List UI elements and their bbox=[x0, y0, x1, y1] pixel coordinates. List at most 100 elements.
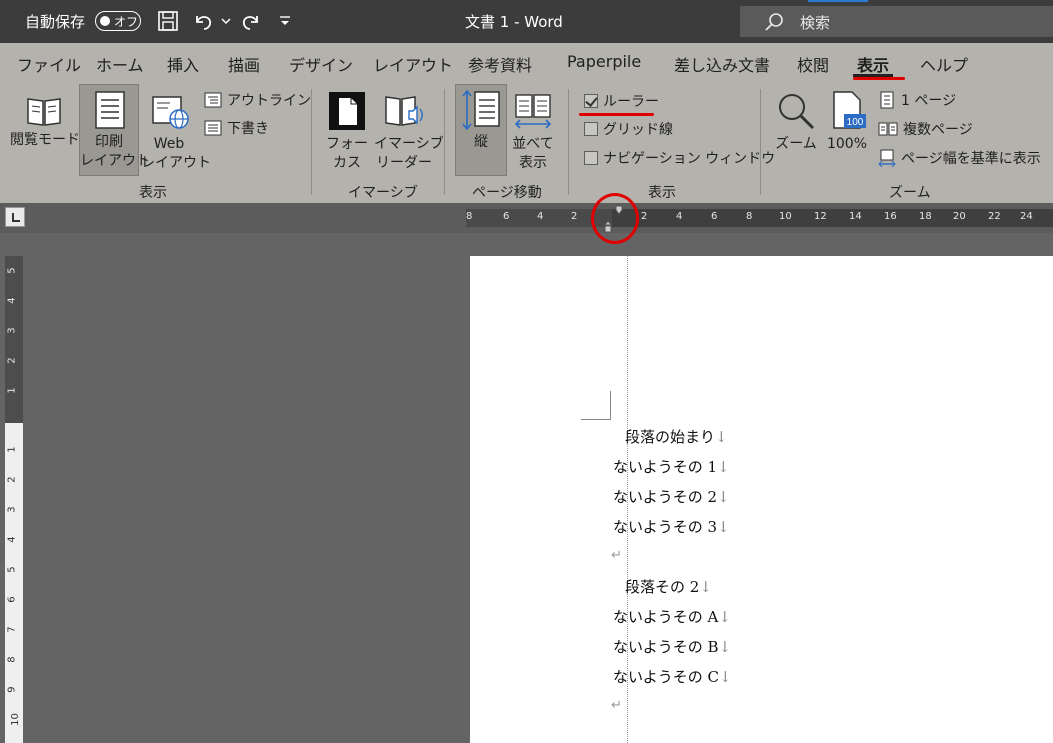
focus-label-2: カス bbox=[333, 155, 361, 171]
nav-pane-checkbox[interactable]: ナビゲーション ウィンドウ bbox=[584, 148, 775, 168]
document-line[interactable]: ないようその C↓ bbox=[613, 666, 732, 687]
ruler-tick-label: 4 bbox=[6, 297, 18, 304]
tab-design[interactable]: デザイン bbox=[289, 52, 353, 76]
read-mode-label: 閲覧モード bbox=[10, 132, 80, 148]
document-line[interactable]: 段落の始まり↓ bbox=[625, 426, 728, 447]
search-placeholder: 検索 bbox=[800, 14, 831, 32]
tab-draw[interactable]: 描画 bbox=[228, 52, 260, 76]
immersive-reader-label-2: リーダー bbox=[376, 155, 432, 171]
ruler-tick-label: 4 bbox=[676, 211, 683, 222]
show-group-label: 表示 bbox=[648, 185, 676, 201]
outline-button[interactable]: アウトライン bbox=[204, 90, 311, 110]
ruler-tick-label: 6 bbox=[711, 211, 718, 222]
web-layout-label-1: Web bbox=[153, 136, 185, 152]
document-line[interactable]: ないようその A↓ bbox=[613, 606, 731, 627]
save-icon[interactable] bbox=[155, 8, 181, 34]
tab-layout[interactable]: レイアウト bbox=[373, 52, 453, 76]
zoom-button[interactable]: ズーム bbox=[771, 87, 821, 179]
side-to-side-button[interactable]: 並べて 表示 bbox=[509, 87, 557, 179]
web-layout-button[interactable]: Web レイアウト bbox=[141, 87, 211, 179]
tab-home[interactable]: ホーム bbox=[96, 52, 144, 76]
red-underline-annotation bbox=[579, 113, 654, 116]
undo-dropdown-icon[interactable] bbox=[214, 8, 240, 34]
side-to-side-label-1: 並べて bbox=[512, 136, 554, 152]
document-line[interactable]: ないようその B↓ bbox=[613, 636, 731, 657]
autosave-state: オフ bbox=[114, 15, 139, 29]
draft-button[interactable]: 下書き bbox=[204, 118, 269, 138]
vertical-button[interactable]: 縦 bbox=[455, 84, 507, 176]
ruler-tick-label: 22 bbox=[988, 211, 1001, 222]
toggle-knob bbox=[100, 16, 110, 26]
document-line[interactable]: 段落その 2↓ bbox=[625, 576, 712, 597]
tab-file[interactable]: ファイル bbox=[17, 52, 81, 76]
one-page-label: 1 ページ bbox=[901, 93, 957, 109]
search-box[interactable]: 検索 bbox=[740, 6, 1053, 37]
ruler-tick-label: 8 bbox=[746, 211, 753, 222]
page-width-button[interactable]: ページ幅を基準に表示 bbox=[878, 148, 1041, 168]
ruler-tick-label: 1 bbox=[6, 387, 18, 394]
multiple-pages-icon bbox=[878, 122, 898, 136]
gridlines-checkbox[interactable]: グリッド線 bbox=[584, 119, 673, 139]
ruler-tick-label: 20 bbox=[953, 211, 966, 222]
focus-icon bbox=[329, 92, 365, 130]
print-layout-button[interactable]: 印刷 レイアウト bbox=[79, 84, 150, 176]
tab-paperpile[interactable]: Paperpile bbox=[567, 52, 641, 71]
immersive-group-label: イマーシブ bbox=[348, 185, 418, 201]
undo-icon[interactable] bbox=[190, 8, 216, 34]
tab-view[interactable]: 表示 bbox=[857, 52, 889, 76]
ruler-tick-label: 24 bbox=[1020, 211, 1033, 222]
zoom-100-button[interactable]: 100 100% bbox=[824, 87, 870, 179]
focus-label-1: フォー bbox=[326, 136, 368, 152]
focus-button[interactable]: フォー カス bbox=[322, 87, 372, 179]
outline-label: アウトライン bbox=[227, 93, 311, 109]
ruler-tick-label: 6 bbox=[503, 211, 510, 222]
document-line[interactable]: ないようその 1↓ bbox=[613, 456, 730, 477]
tab-help[interactable]: ヘルプ bbox=[920, 52, 968, 76]
redo-icon[interactable] bbox=[238, 8, 264, 34]
document-page[interactable] bbox=[470, 256, 1053, 743]
nav-pane-check bbox=[584, 151, 598, 165]
read-mode-button[interactable]: 閲覧モード bbox=[10, 87, 80, 179]
side-to-side-label-2: 表示 bbox=[519, 155, 547, 171]
immersive-reader-icon bbox=[385, 96, 423, 126]
ruler-tick-label: 18 bbox=[919, 211, 932, 222]
ruler-tick-label: 2 bbox=[6, 476, 18, 483]
page-move-group-label: ページ移動 bbox=[472, 185, 542, 201]
immersive-reader-label-1: イマーシブ bbox=[374, 136, 444, 152]
autosave-toggle[interactable]: オフ bbox=[95, 11, 141, 31]
zoom-100-icon: 100 bbox=[833, 91, 866, 129]
search-icon bbox=[765, 13, 783, 31]
tab-insert[interactable]: 挿入 bbox=[167, 52, 199, 76]
ruler-tick-label: 5 bbox=[6, 267, 18, 274]
customize-qat-icon[interactable] bbox=[272, 8, 298, 34]
ruler-tick-label: 1 bbox=[6, 446, 18, 453]
gridlines-label: グリッド線 bbox=[603, 122, 673, 138]
word-window: 自動保存 オフ 文書 1 - Word 検索 ファイル ホーム 挿入 描画 デザ… bbox=[0, 0, 1053, 743]
tab-references[interactable]: 参考資料 bbox=[468, 52, 532, 76]
vertical-scroll-icon bbox=[462, 89, 500, 131]
tab-mailings[interactable]: 差し込み文書 bbox=[674, 52, 770, 76]
zoom-100-badge: 100 bbox=[847, 117, 864, 128]
immersive-reader-button[interactable]: イマーシブ リーダー bbox=[374, 87, 444, 179]
tab-selector[interactable] bbox=[5, 207, 25, 227]
one-page-button[interactable]: 1 ページ bbox=[878, 90, 956, 110]
tab-review[interactable]: 校閲 bbox=[797, 52, 829, 76]
multiple-pages-label: 複数ページ bbox=[903, 122, 973, 138]
ruler-tick-label: 16 bbox=[884, 211, 897, 222]
vertical-ruler-margin bbox=[5, 256, 23, 423]
ruler-tick-label: 8 bbox=[466, 211, 473, 222]
document-line[interactable]: ないようその 3↓ bbox=[613, 516, 730, 537]
ruler-tick-label: 9 bbox=[6, 686, 18, 693]
red-circle-annotation bbox=[591, 193, 639, 244]
ruler-tick-label: 5 bbox=[6, 566, 18, 573]
ruler-label: ルーラー bbox=[603, 94, 659, 110]
ruler-checkbox[interactable]: ルーラー bbox=[584, 91, 659, 111]
group-separator bbox=[760, 89, 761, 195]
one-page-icon bbox=[880, 91, 894, 109]
ruler-tick-label: 10 bbox=[9, 713, 21, 726]
multiple-pages-button[interactable]: 複数ページ bbox=[878, 119, 973, 139]
red-underline-annotation bbox=[853, 77, 905, 80]
gridlines-check bbox=[584, 122, 598, 136]
group-separator bbox=[444, 89, 445, 195]
document-line[interactable]: ないようその 2↓ bbox=[613, 486, 730, 507]
